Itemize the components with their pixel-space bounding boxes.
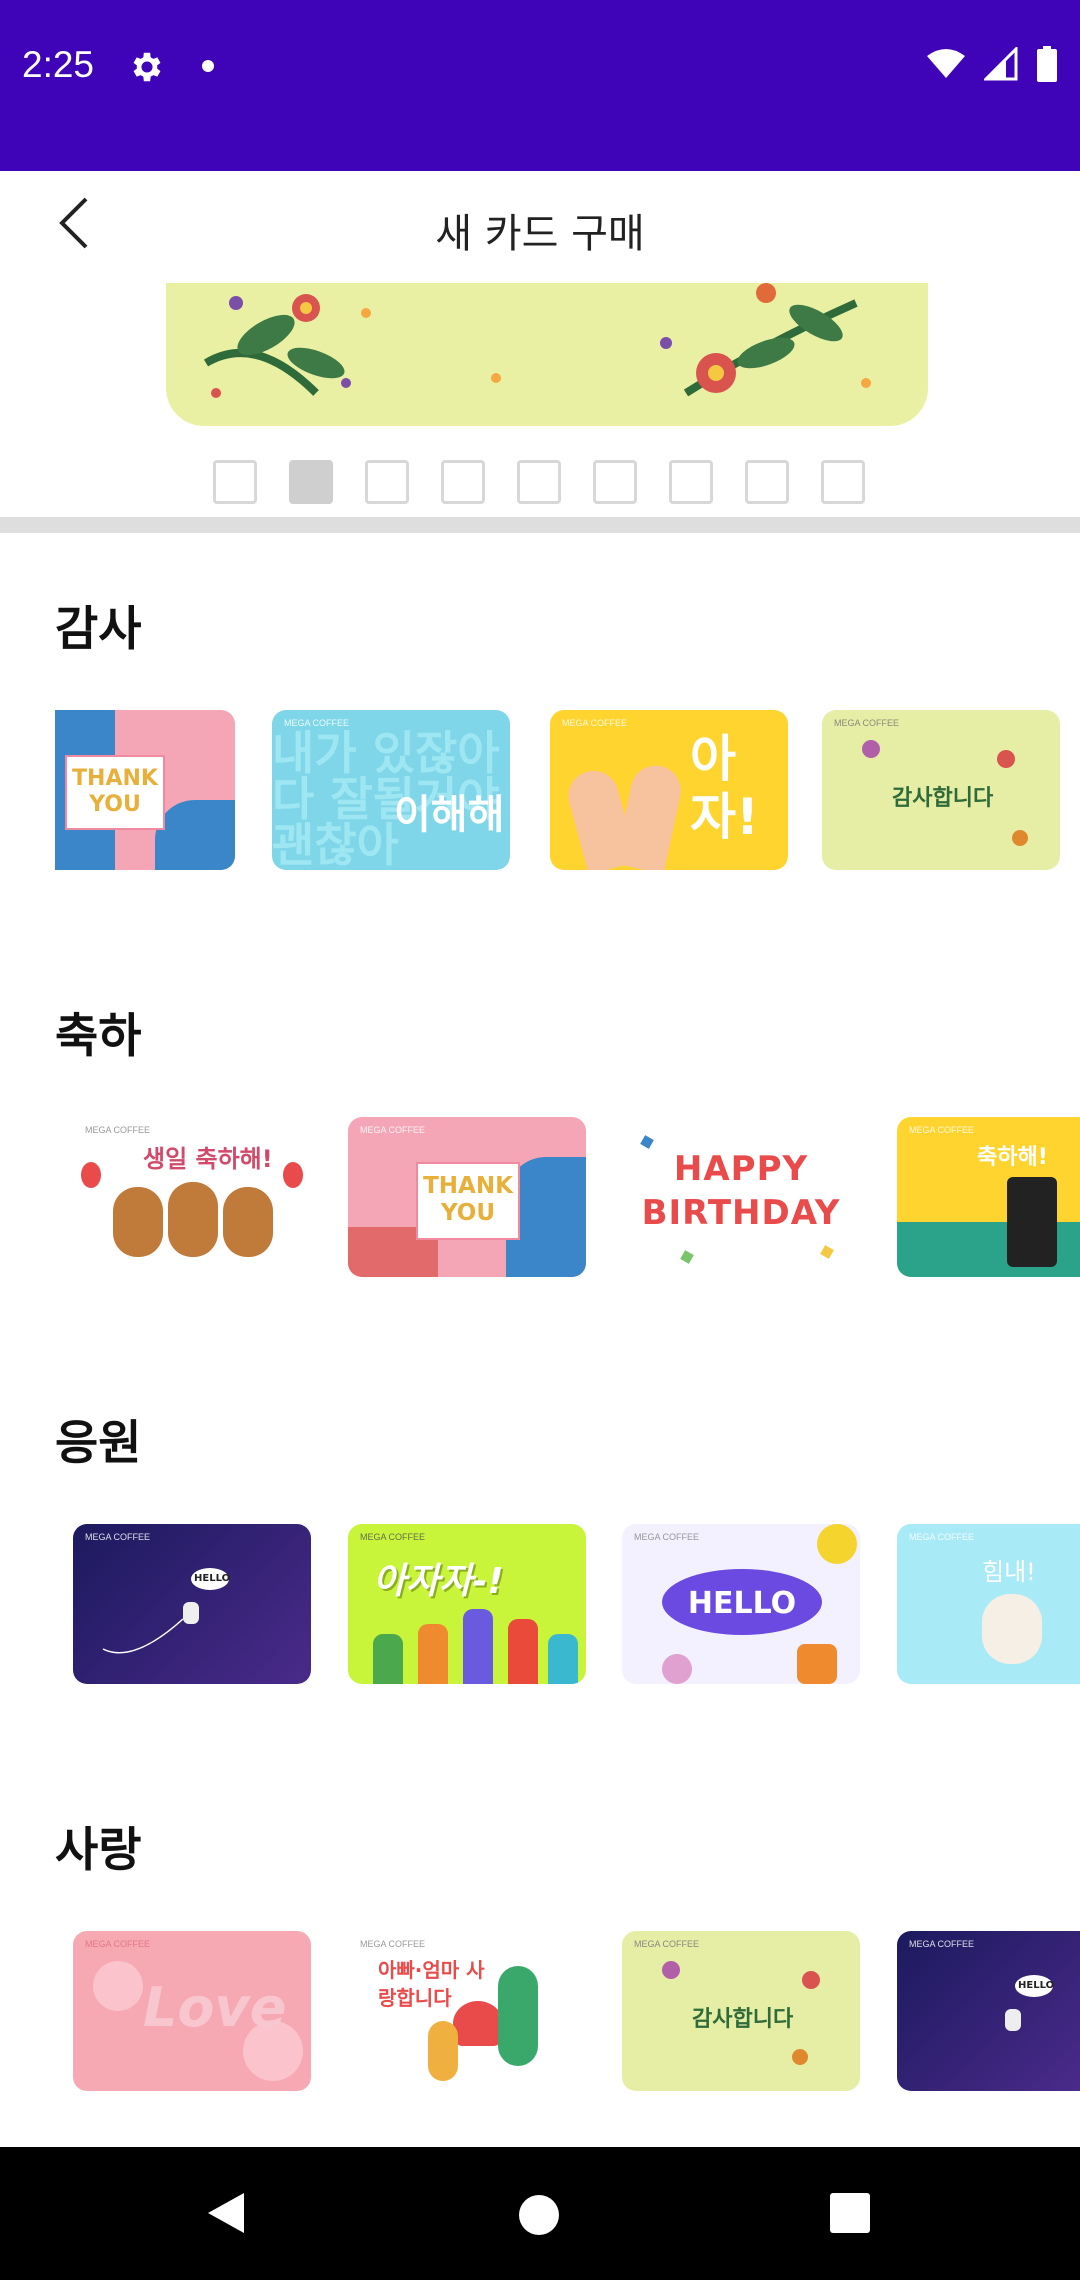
card-row-congrats: MEGA COFFEE 생일 축하해! MEGA COFFEE THANK YO… xyxy=(0,1117,1080,1281)
brand-label: MEGA COFFEE xyxy=(634,1939,700,1949)
section-title-thanks: 감사 xyxy=(55,602,142,657)
status-bar: 2:25 xyxy=(0,0,1080,171)
notification-dot-icon xyxy=(202,60,214,72)
brand-label: MEGA COFFEE xyxy=(634,1532,700,1542)
card-cheer-3[interactable]: MEGA COFFEE HELLO xyxy=(622,1524,860,1684)
card-congrats-3[interactable]: HAPPY BIRTHDAY xyxy=(622,1117,860,1277)
card-text: 축하해! xyxy=(977,1145,1048,1170)
section-title-congrats: 축하 xyxy=(55,1009,142,1064)
card-cheer-1[interactable]: MEGA COFFEE HELLO xyxy=(73,1524,311,1684)
app-bar: 새 카드 구매 xyxy=(0,171,1080,283)
status-time: 2:25 xyxy=(22,44,95,85)
nav-recents-icon[interactable] xyxy=(830,2193,870,2233)
card-text: 감사합니다 xyxy=(692,2007,794,2032)
card-text: HELLO xyxy=(687,1586,797,1621)
section-divider xyxy=(0,517,1080,533)
brand-label: MEGA COFFEE xyxy=(85,1939,151,1949)
page-title: 새 카드 구매 xyxy=(435,211,645,257)
brand-label: MEGA COFFEE xyxy=(562,718,628,728)
page-dot-active[interactable] xyxy=(289,460,333,504)
card-cheer-2[interactable]: MEGA COFFEE 아자자-! xyxy=(348,1524,586,1684)
section-title-love: 사랑 xyxy=(55,1823,142,1878)
card-thanks-2[interactable]: MEGA COFFEE 내가 있잖아 다 잘될거야 괜찮아 이해해 xyxy=(272,710,510,870)
card-text: THANK YOU xyxy=(72,766,158,817)
page-dot[interactable] xyxy=(593,460,637,504)
card-love-1[interactable]: MEGA COFFEE Love xyxy=(73,1931,311,2091)
card-congrats-1[interactable]: MEGA COFFEE 생일 축하해! xyxy=(73,1117,311,1277)
page-dot[interactable] xyxy=(745,460,789,504)
card-text: 힘내! xyxy=(982,1558,1036,1586)
page-dot[interactable] xyxy=(213,460,257,504)
card-thanks-1[interactable]: THANK YOU xyxy=(55,710,235,870)
card-row-love: MEGA COFFEE Love MEGA COFFEE 아빠·엄마 사랑합니다… xyxy=(0,1931,1080,2095)
brand-label: MEGA COFFEE xyxy=(85,1125,151,1135)
settings-icon xyxy=(133,52,161,82)
section-title-cheer: 응원 xyxy=(55,1416,142,1471)
wifi-icon xyxy=(927,49,965,78)
card-row-cheer: MEGA COFFEE HELLO MEGA COFFEE 아자자-! MEGA… xyxy=(0,1524,1080,1688)
page-dot[interactable] xyxy=(441,460,485,504)
brand-label: MEGA COFFEE xyxy=(834,718,900,728)
card-congrats-4[interactable]: MEGA COFFEE 축하해! xyxy=(897,1117,1080,1277)
card-text: 아자! xyxy=(690,730,759,846)
card-text: THANK YOU xyxy=(423,1173,513,1226)
card-congrats-2[interactable]: MEGA COFFEE THANK YOU xyxy=(348,1117,586,1277)
card-text: 감사합니다 xyxy=(892,786,994,811)
card-thanks-3[interactable]: MEGA COFFEE 아자! xyxy=(550,710,788,870)
carousel-card[interactable] xyxy=(166,283,928,426)
card-love-4[interactable]: MEGA COFFEE HELLO xyxy=(897,1931,1080,2091)
brand-label: MEGA COFFEE xyxy=(909,1939,975,1949)
card-love-3[interactable]: MEGA COFFEE 감사합니다 xyxy=(622,1931,860,2091)
card-text: 생일 축하해! xyxy=(143,1145,273,1173)
trail-illustration xyxy=(102,1618,184,1654)
card-text: HAPPY BIRTHDAY xyxy=(641,1149,841,1233)
page-dot[interactable] xyxy=(517,460,561,504)
page-dot[interactable] xyxy=(365,460,409,504)
flower-illustration xyxy=(203,283,871,398)
nav-back-icon[interactable] xyxy=(204,2189,248,2237)
card-cheer-4[interactable]: MEGA COFFEE 힘내! xyxy=(897,1524,1080,1684)
card-text: 아자자-! xyxy=(373,1561,504,1602)
brand-label: MEGA COFFEE xyxy=(909,1532,975,1542)
nav-home-icon[interactable] xyxy=(519,2195,559,2235)
brand-label: MEGA COFFEE xyxy=(360,1532,426,1542)
system-nav-bar xyxy=(0,2147,1080,2280)
brand-label: MEGA COFFEE xyxy=(909,1125,975,1135)
card-thanks-4[interactable]: MEGA COFFEE 감사합니다 xyxy=(822,710,1060,870)
card-text: 이해해 xyxy=(394,792,505,838)
brand-label: MEGA COFFEE xyxy=(360,1125,426,1135)
brand-label: MEGA COFFEE xyxy=(360,1939,426,1949)
carousel-page-indicator xyxy=(213,460,865,504)
card-text: Love xyxy=(143,1976,287,2039)
card-row-thanks: THANK YOU MEGA COFFEE 내가 있잖아 다 잘될거야 괜찮아 이해… xyxy=(0,710,1080,874)
battery-icon xyxy=(1037,46,1057,82)
signal-icon xyxy=(984,47,1018,81)
page-dot[interactable] xyxy=(669,460,713,504)
card-text: HELLO xyxy=(1018,1980,1055,1991)
card-love-2[interactable]: MEGA COFFEE 아빠·엄마 사랑합니다 xyxy=(348,1931,586,2091)
page-dot[interactable] xyxy=(821,460,865,504)
